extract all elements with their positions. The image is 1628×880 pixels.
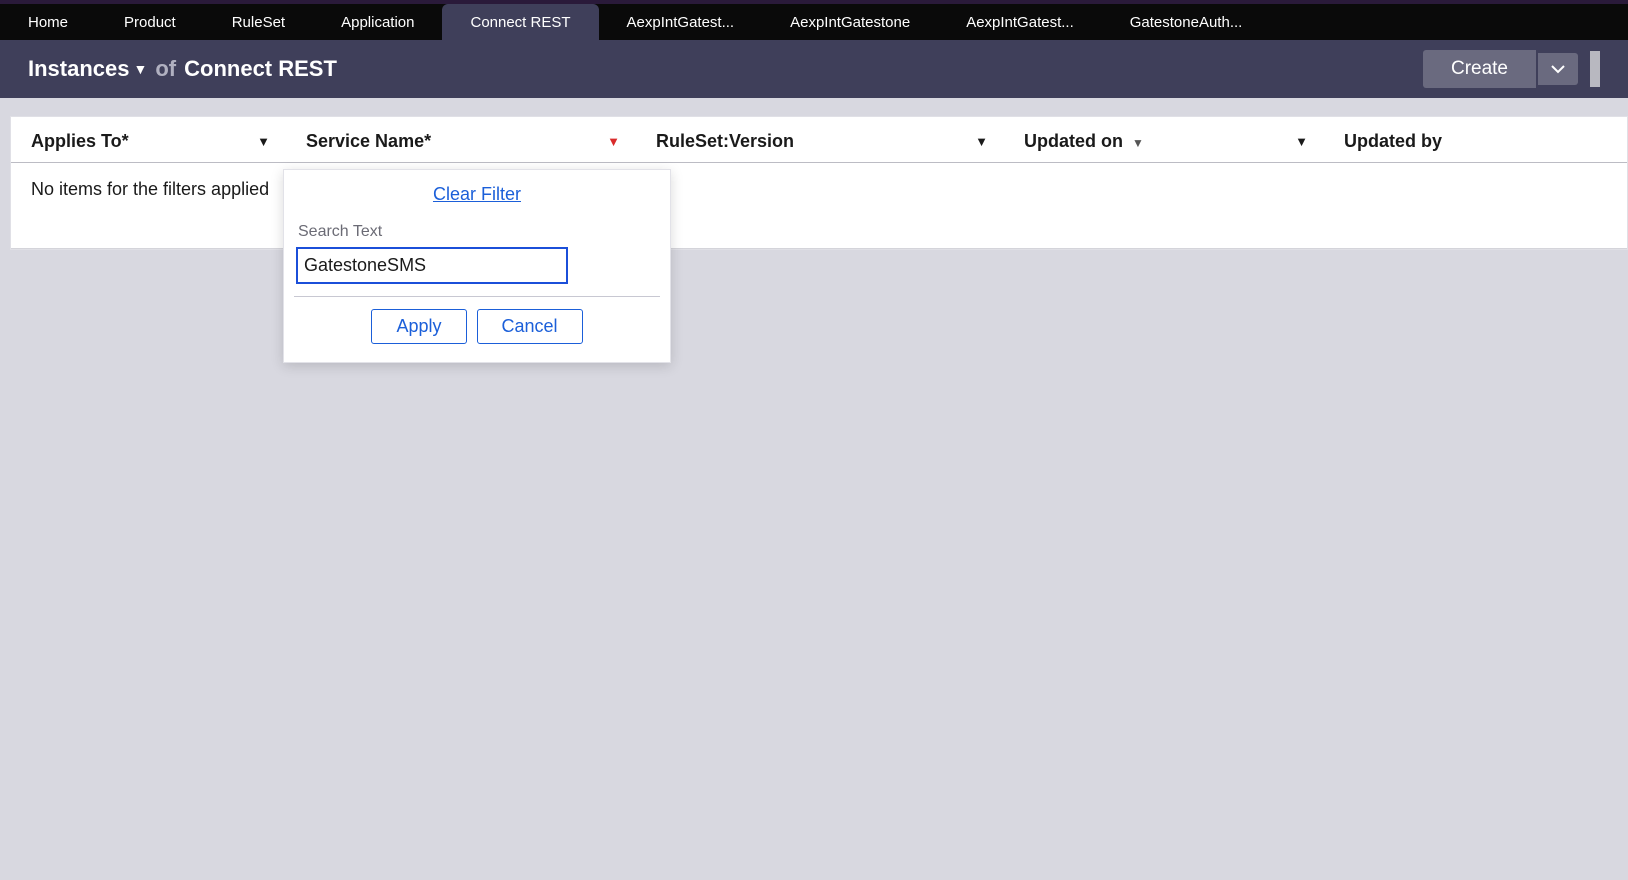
column-header-service-name[interactable]: Service Name* ▼ (286, 117, 636, 162)
filter-icon[interactable]: ▼ (975, 134, 996, 149)
instances-dropdown[interactable]: Instances ▼ (28, 56, 147, 82)
column-header-updated-on[interactable]: Updated on ▼ ▼ (1004, 117, 1324, 162)
tab-aexpintgatest-2[interactable]: AexpIntGatest... (938, 4, 1102, 40)
column-label: Updated on (1024, 131, 1123, 151)
results-panel: Applies To* ▼ Service Name* ▼ RuleSet:Ve… (10, 116, 1628, 250)
filter-icon[interactable]: ▼ (607, 134, 628, 149)
chevron-down-icon (1550, 61, 1566, 77)
empty-message: No items for the filters applied (31, 179, 269, 199)
create-dropdown-button[interactable] (1538, 53, 1578, 85)
filter-popover: Clear Filter Search Text Apply Cancel (283, 169, 671, 363)
tab-ruleset[interactable]: RuleSet (204, 4, 313, 40)
tab-gatestoneauth[interactable]: GatestoneAuth... (1102, 4, 1271, 40)
cancel-button[interactable]: Cancel (477, 309, 583, 344)
sort-desc-icon: ▼ (1132, 136, 1144, 150)
tab-bar: Home Product RuleSet Application Connect… (0, 4, 1628, 40)
filter-icon[interactable]: ▼ (1295, 134, 1316, 149)
clear-filter-link[interactable]: Clear Filter (296, 184, 658, 205)
table-header: Applies To* ▼ Service Name* ▼ RuleSet:Ve… (11, 117, 1627, 163)
tab-aexpintgatestone[interactable]: AexpIntGatestone (762, 4, 938, 40)
page-subheader: Instances ▼ of Connect REST Create (0, 40, 1628, 98)
overflow-edge (1590, 51, 1600, 87)
column-label: Updated by (1344, 131, 1442, 152)
search-text-input[interactable] (296, 247, 568, 284)
column-label: Service Name* (306, 131, 431, 152)
of-label: of (155, 56, 176, 82)
tab-product[interactable]: Product (96, 4, 204, 40)
tab-aexpintgatest-1[interactable]: AexpIntGatest... (599, 4, 763, 40)
caret-down-icon: ▼ (134, 61, 148, 77)
column-header-ruleset-version[interactable]: RuleSet:Version ▼ (636, 117, 1004, 162)
apply-button[interactable]: Apply (371, 309, 466, 344)
column-header-applies-to[interactable]: Applies To* ▼ (11, 117, 286, 162)
tab-application[interactable]: Application (313, 4, 442, 40)
column-header-updated-by[interactable]: Updated by (1324, 117, 1624, 162)
tab-connect-rest[interactable]: Connect REST (442, 4, 598, 40)
divider (294, 296, 660, 297)
instances-label: Instances (28, 56, 130, 82)
column-label: RuleSet:Version (656, 131, 794, 152)
tab-home[interactable]: Home (0, 4, 96, 40)
create-button[interactable]: Create (1423, 50, 1536, 88)
column-label: Applies To* (31, 131, 129, 152)
table-body: No items for the filters applied (11, 163, 1627, 249)
type-label: Connect REST (184, 56, 337, 82)
filter-icon[interactable]: ▼ (257, 134, 278, 149)
search-text-label: Search Text (296, 223, 658, 241)
